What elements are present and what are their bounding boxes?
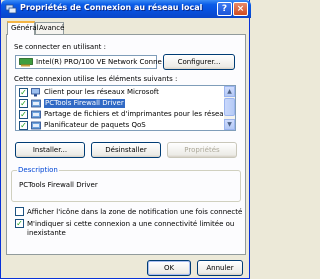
show-icon-label: Afficher l'icône dans la zone de notific…	[27, 208, 243, 216]
notify-limited-checkbox[interactable]: ✓	[15, 219, 24, 228]
network-service-icon	[31, 99, 41, 108]
network-adapter-icon	[19, 58, 33, 67]
description-text: PCTools Firewall Driver	[19, 181, 98, 189]
install-button[interactable]: Installer...	[15, 142, 85, 158]
title-bar[interactable]: Propriétés de Connexion au réseau local …	[1, 0, 251, 18]
scroll-up-icon[interactable]: ▲	[224, 86, 235, 97]
uninstall-button[interactable]: Désinstaller	[91, 142, 161, 158]
list-item[interactable]: ✓ Planificateur de paquets QoS	[16, 120, 216, 130]
configure-button[interactable]: Configurer...	[163, 54, 235, 70]
component-checkbox[interactable]: ✓	[19, 110, 28, 119]
window-title: Propriétés de Connexion au réseau local	[20, 3, 203, 12]
notify-limited-label-line1: M'indiquer si cette connexion a une conn…	[27, 220, 235, 228]
list-scrollbar[interactable]: ▲ ▼	[224, 86, 235, 130]
component-label: Planificateur de paquets QoS	[44, 121, 146, 129]
components-list[interactable]: ✓ Client pour les réseaux Microsoft ✓ PC…	[15, 85, 236, 131]
component-checkbox[interactable]: ✓	[19, 121, 28, 130]
notify-limited-label-line2: inexistante	[27, 229, 66, 237]
close-button[interactable]: ×	[233, 2, 248, 16]
network-service-icon	[31, 121, 41, 130]
connect-using-label: Se connecter en utilisant :	[14, 43, 106, 51]
network-client-icon	[31, 88, 40, 97]
scroll-down-icon[interactable]: ▼	[224, 119, 235, 130]
cancel-button[interactable]: Annuler	[197, 260, 243, 276]
show-icon-checkbox[interactable]	[15, 207, 24, 216]
help-button[interactable]: ?	[217, 2, 232, 16]
component-checkbox[interactable]: ✓	[19, 99, 28, 108]
ok-button[interactable]: OK	[147, 260, 191, 276]
description-title: Description	[17, 166, 59, 174]
properties-button[interactable]: Propriétés	[167, 142, 237, 158]
list-item[interactable]: ✓ Partage de fichiers et d'imprimantes p…	[16, 109, 235, 120]
component-label: Partage de fichiers et d'imprimantes pou…	[44, 110, 236, 118]
component-label: PCTools Firewall Driver	[44, 99, 125, 108]
scroll-thumb[interactable]	[224, 98, 235, 116]
component-label: Client pour les réseaux Microsoft	[44, 88, 159, 96]
adapter-name: Intel(R) PRO/100 VE Network Conne	[36, 58, 162, 66]
network-connection-icon	[5, 4, 17, 14]
list-item[interactable]: ✓ PCTools Firewall Driver	[16, 98, 216, 109]
adapter-field: Intel(R) PRO/100 VE Network Conne	[15, 55, 162, 69]
network-service-icon	[31, 110, 41, 119]
list-item[interactable]: ✓ Client pour les réseaux Microsoft	[16, 87, 216, 98]
component-checkbox[interactable]: ✓	[19, 88, 28, 97]
tab-general[interactable]: Général	[7, 21, 39, 35]
dialog-window: Propriétés de Connexion au réseau local …	[0, 0, 251, 279]
components-label: Cette connexion utilise les éléments sui…	[14, 75, 178, 83]
